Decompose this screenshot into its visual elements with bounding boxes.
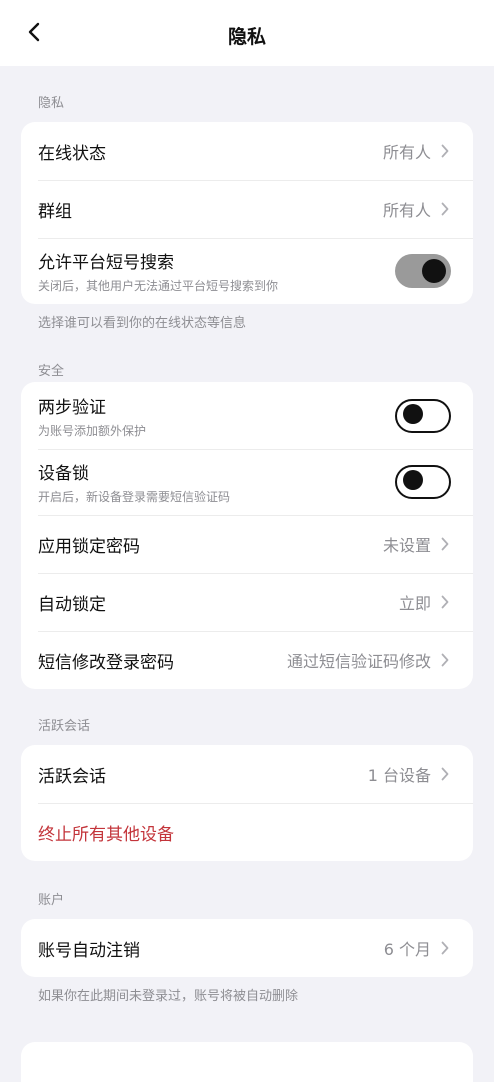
app-lock-value: 未设置 (382, 536, 431, 555)
chevron-right-icon (441, 595, 449, 609)
active-sessions-value: 1 台设备 (367, 766, 431, 785)
account-footnote: 如果你在此期间未登录过，账号将被自动删除 (38, 989, 299, 1004)
device-lock-row: 设备锁 开启后，新设备登录需要短信验证码 (21, 449, 473, 515)
auto-lock-row[interactable]: 自动锁定 立即 (21, 573, 473, 631)
two-step-description: 为账号添加额外保护 (38, 423, 147, 438)
toggle-knob (403, 403, 423, 424)
section-header-sessions: 活跃会话 (38, 719, 91, 734)
auto-lock-value: 立即 (398, 594, 431, 613)
section-header-privacy: 隐私 (38, 96, 65, 111)
navigation-bar: 隐私 (0, 0, 494, 66)
groups-label: 群组 (38, 201, 72, 222)
next-card-partial (21, 1042, 473, 1082)
short-id-search-toggle[interactable] (395, 254, 451, 288)
device-lock-description: 开启后，新设备登录需要短信验证码 (38, 490, 231, 504)
page-title: 隐私 (227, 26, 266, 48)
app-lock-label: 应用锁定密码 (38, 536, 140, 557)
terminate-sessions-button[interactable]: 终止所有其他设备 (21, 803, 473, 861)
groups-value: 所有人 (382, 201, 431, 220)
security-card: 两步验证 为账号添加额外保护 设备锁 开启后，新设备登录需要短信验证码 应用锁定… (21, 382, 473, 689)
sms-password-label: 短信修改登录密码 (38, 652, 174, 673)
sms-password-row[interactable]: 短信修改登录密码 通过短信验证码修改 (21, 631, 473, 689)
sessions-card: 活跃会话 1 台设备 终止所有其他设备 (21, 745, 473, 861)
auto-lock-label: 自动锁定 (38, 594, 106, 615)
two-step-toggle[interactable] (395, 398, 451, 433)
short-id-search-row: 允许平台短号搜索 关闭后，其他用户无法通过平台短号搜索到你 (21, 238, 473, 304)
chevron-right-icon (441, 202, 449, 216)
groups-row[interactable]: 群组 所有人 (21, 180, 473, 238)
section-header-security: 安全 (38, 364, 65, 379)
sms-password-value: 通过短信验证码修改 (286, 652, 431, 671)
two-step-row: 两步验证 为账号添加额外保护 (21, 382, 473, 449)
chevron-right-icon (441, 537, 449, 551)
two-step-label: 两步验证 (38, 397, 106, 418)
online-status-value: 所有人 (382, 143, 431, 162)
auto-delete-row[interactable]: 账号自动注销 6 个月 (21, 919, 473, 977)
auto-delete-value: 6 个月 (383, 940, 431, 959)
terminate-sessions-label: 终止所有其他设备 (38, 824, 174, 845)
section-header-account: 账户 (38, 893, 65, 908)
privacy-footnote: 选择谁可以看到你的在线状态等信息 (38, 316, 247, 331)
short-id-search-label: 允许平台短号搜索 (38, 253, 174, 273)
privacy-card: 在线状态 所有人 群组 所有人 允许平台短号搜索 关闭后，其他用户无法通过平台短… (21, 122, 473, 304)
app-lock-row[interactable]: 应用锁定密码 未设置 (21, 515, 473, 573)
device-lock-toggle[interactable] (395, 465, 451, 499)
short-id-search-description: 关闭后，其他用户无法通过平台短号搜索到你 (38, 279, 279, 293)
chevron-right-icon (441, 144, 449, 158)
toggle-knob (403, 470, 423, 490)
online-status-label: 在线状态 (38, 143, 106, 164)
active-sessions-label: 活跃会话 (38, 766, 106, 787)
account-card: 账号自动注销 6 个月 (21, 919, 473, 977)
toggle-knob (422, 259, 446, 283)
auto-delete-label: 账号自动注销 (38, 940, 140, 961)
chevron-right-icon (441, 653, 449, 667)
chevron-right-icon (441, 941, 449, 955)
chevron-right-icon (441, 767, 449, 781)
online-status-row[interactable]: 在线状态 所有人 (21, 122, 473, 180)
device-lock-label: 设备锁 (38, 464, 89, 484)
active-sessions-row[interactable]: 活跃会话 1 台设备 (21, 745, 473, 803)
